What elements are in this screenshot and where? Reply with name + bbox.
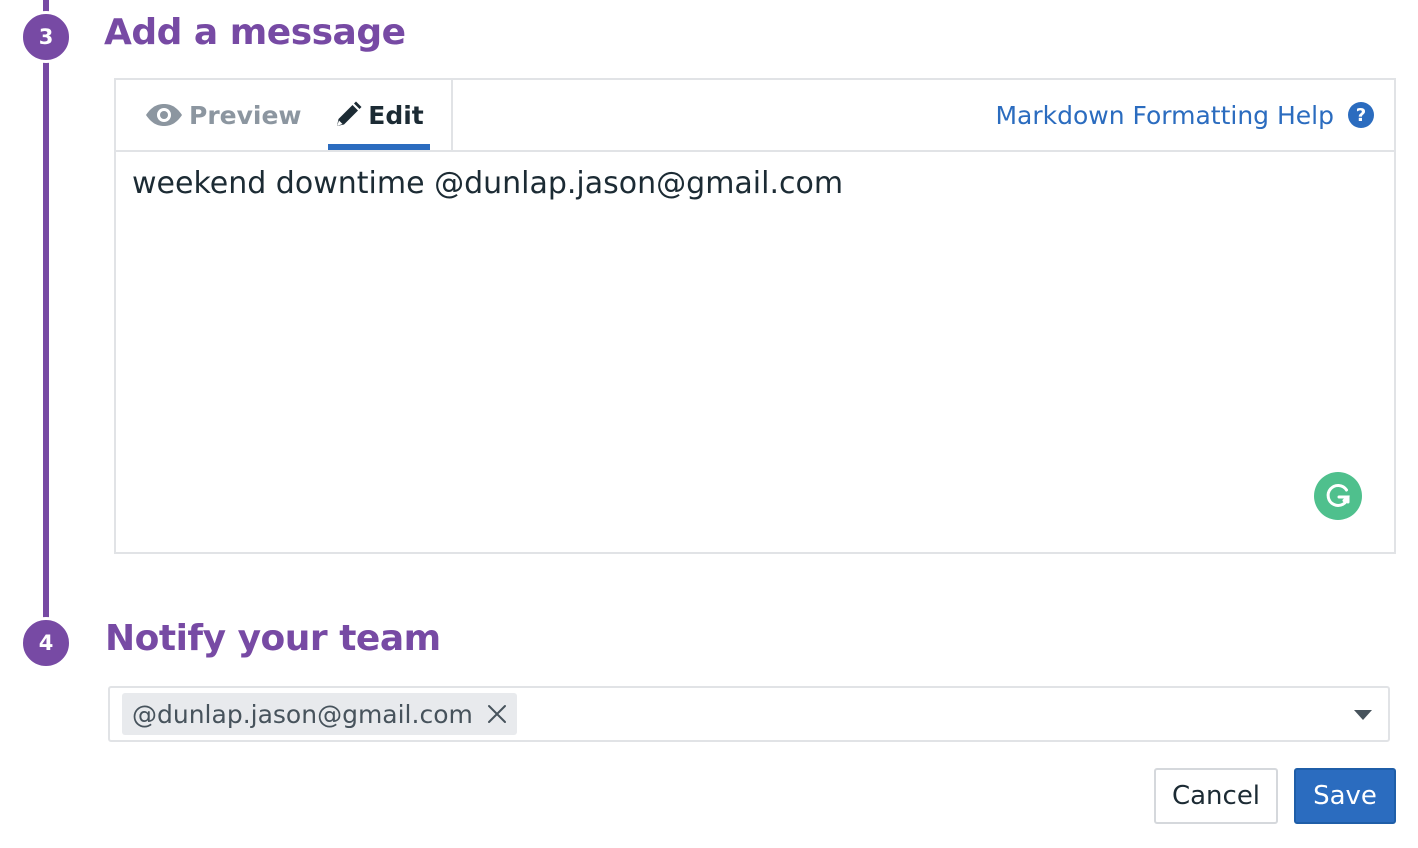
- caret-down-icon[interactable]: [1354, 710, 1372, 720]
- markdown-help-link[interactable]: Markdown Formatting Help ?: [995, 80, 1374, 150]
- markdown-help-label: Markdown Formatting Help: [995, 100, 1334, 130]
- message-editor: Preview Edit Markdown Formatting Help ? …: [114, 78, 1396, 554]
- tab-edit[interactable]: Edit: [328, 80, 430, 150]
- step-rail: [43, 0, 49, 620]
- editor-toolbar: Preview Edit Markdown Formatting Help ?: [116, 80, 1394, 152]
- cancel-button[interactable]: Cancel: [1154, 768, 1278, 824]
- question-circle-icon: ?: [1348, 102, 1374, 128]
- pencil-icon: [334, 101, 362, 129]
- save-button[interactable]: Save: [1294, 768, 1396, 824]
- tab-preview-label: Preview: [189, 100, 302, 130]
- step-4-title: Notify your team: [105, 618, 441, 659]
- message-textarea[interactable]: weekend downtime @dunlap.jason@gmail.com: [132, 166, 1372, 201]
- step-4-badge: 4: [20, 617, 72, 669]
- recipient-tag: @dunlap.jason@gmail.com: [122, 693, 517, 735]
- notify-recipients-select[interactable]: @dunlap.jason@gmail.com: [108, 686, 1390, 742]
- step-3-badge: 3: [20, 11, 72, 63]
- step-3-title: Add a message: [104, 12, 406, 53]
- eye-icon: [145, 103, 183, 127]
- close-icon[interactable]: [487, 704, 507, 724]
- recipient-tag-label: @dunlap.jason@gmail.com: [132, 699, 473, 729]
- monitor-form-page: 3 Add a message Preview Edit Markdown Fo…: [0, 0, 1418, 848]
- tab-divider: [451, 80, 453, 150]
- tab-edit-label: Edit: [368, 100, 424, 130]
- tab-preview[interactable]: Preview: [145, 80, 302, 150]
- grammarly-icon[interactable]: [1314, 472, 1362, 520]
